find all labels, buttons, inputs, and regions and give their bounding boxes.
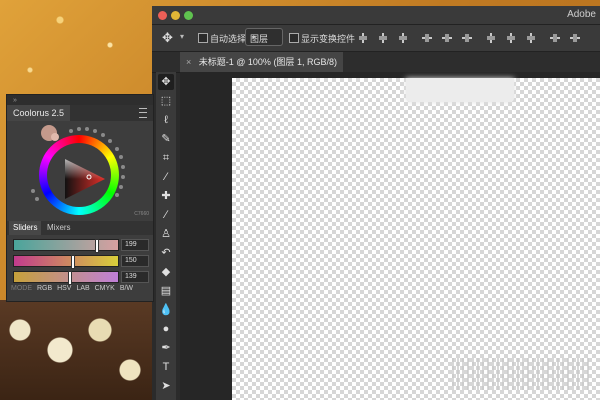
color-slider-3[interactable] <box>13 271 119 285</box>
auto-select-checkbox[interactable] <box>198 33 208 43</box>
history-brush-tool-icon[interactable]: ↶ <box>158 245 174 261</box>
tab-mixers[interactable]: Mixers <box>43 221 75 235</box>
slider-thumb[interactable] <box>68 271 73 285</box>
panel-menu-icon[interactable] <box>139 108 147 118</box>
chevron-down-icon[interactable]: ▾ <box>180 32 184 41</box>
coolorus-panel: » Coolorus 2.5 C7660 Sliders Mixers 199 … <box>6 94 154 302</box>
mode-selector: MODE RGB HSV LAB CMYK B/W <box>11 285 136 292</box>
mode-hsv[interactable]: HSV <box>57 285 71 292</box>
color-wheel-area: C7660 <box>7 121 153 221</box>
dodge-tool-icon[interactable]: ● <box>158 321 174 337</box>
distribute-center-icon[interactable] <box>506 33 516 43</box>
document-tab-bar: × 未标题-1 @ 100% (图层 1, RGB/8) <box>152 52 600 73</box>
options-bar: ✥ ▾ 自动选择: 图层 ⌄ 显示变换控件 <box>152 25 600 52</box>
eraser-tool-icon[interactable]: ◆ <box>158 264 174 280</box>
pen-tool-icon[interactable]: ✒ <box>158 340 174 356</box>
mode-rgb[interactable]: RGB <box>37 285 52 292</box>
watermark <box>452 358 592 390</box>
collapse-icon[interactable]: » <box>13 97 17 104</box>
tab-sliders[interactable]: Sliders <box>9 221 42 235</box>
distribute-left-icon[interactable] <box>550 33 560 43</box>
move-tool-icon[interactable]: ✥ <box>162 30 178 46</box>
align-horizontal-center-icon[interactable] <box>442 33 452 43</box>
lasso-tool-icon[interactable]: ℓ <box>158 112 174 128</box>
mode-cmyk[interactable]: CMYK <box>95 285 115 292</box>
document-tab-title: 未标题-1 @ 100% (图层 1, RGB/8) <box>198 57 337 67</box>
blurred-region <box>406 78 514 102</box>
distribute-top-icon[interactable] <box>486 33 496 43</box>
healing-brush-tool-icon[interactable]: ✚ <box>158 188 174 204</box>
close-tab-icon[interactable]: × <box>186 57 191 67</box>
align-left-icon[interactable] <box>422 33 432 43</box>
distribute-bottom-icon[interactable] <box>526 33 536 43</box>
title-bar: Adobe <box>152 6 600 25</box>
layer-select[interactable]: 图层 ⌄ <box>245 28 283 46</box>
brush-tool-icon[interactable]: ∕ <box>158 207 174 223</box>
clone-stamp-tool-icon[interactable]: ♙ <box>158 226 174 242</box>
align-vertical-center-icon[interactable] <box>378 33 388 43</box>
gradient-tool-icon[interactable]: ▤ <box>158 283 174 299</box>
marquee-tool-icon[interactable]: ⬚ <box>158 93 174 109</box>
minimize-window-button[interactable] <box>171 11 180 20</box>
app-title: Adobe <box>567 9 596 20</box>
panel-drag-bar[interactable]: » <box>7 95 153 105</box>
slider-thumb[interactable] <box>71 255 76 269</box>
color-slider-2[interactable] <box>13 255 119 269</box>
panel-subtabs: Sliders Mixers <box>7 221 153 235</box>
type-tool-icon[interactable]: T <box>158 359 174 375</box>
tools-panel: ✥ ⬚ ℓ ✎ ⌗ ⁄ ✚ ∕ ♙ ↶ ◆ ▤ 💧 ● ✒ T ➤ <box>156 72 176 400</box>
slider-value-3[interactable]: 139 <box>121 271 149 283</box>
photoshop-window: Adobe ✥ ▾ 自动选择: 图层 ⌄ 显示变换控件 × 未标题-1 @ 10… <box>152 6 600 400</box>
color-slider-1[interactable] <box>13 239 119 253</box>
zoom-window-button[interactable] <box>184 11 193 20</box>
align-right-icon[interactable] <box>462 33 472 43</box>
align-top-icon[interactable] <box>358 33 368 43</box>
mode-label: MODE <box>11 285 32 292</box>
corner-label: C7660 <box>134 211 149 217</box>
align-bottom-icon[interactable] <box>398 33 408 43</box>
slider-thumb[interactable] <box>95 239 100 253</box>
mode-bw[interactable]: B/W <box>120 285 133 292</box>
crop-tool-icon[interactable]: ⌗ <box>158 150 174 166</box>
quick-select-tool-icon[interactable]: ✎ <box>158 131 174 147</box>
move-tool-icon[interactable]: ✥ <box>158 74 174 90</box>
path-selection-tool-icon[interactable]: ➤ <box>158 378 174 394</box>
eyedropper-tool-icon[interactable]: ⁄ <box>158 169 174 185</box>
show-transform-checkbox[interactable] <box>289 33 299 43</box>
transparent-canvas[interactable] <box>232 78 600 400</box>
panel-tab-bar: Coolorus 2.5 <box>7 105 153 121</box>
close-window-button[interactable] <box>158 11 167 20</box>
mode-lab[interactable]: LAB <box>76 285 89 292</box>
color-triangle[interactable] <box>63 157 107 201</box>
auto-select-label: 自动选择: <box>210 34 249 44</box>
desktop-decoration <box>0 300 160 400</box>
blur-tool-icon[interactable]: 💧 <box>158 302 174 318</box>
slider-value-2[interactable]: 150 <box>121 255 149 267</box>
document-tab[interactable]: × 未标题-1 @ 100% (图层 1, RGB/8) <box>180 52 343 72</box>
distribute-right-icon[interactable] <box>570 33 580 43</box>
slider-value-1[interactable]: 199 <box>121 239 149 251</box>
show-transform-label: 显示变换控件 <box>301 34 356 44</box>
panel-title[interactable]: Coolorus 2.5 <box>7 105 71 121</box>
chevron-down-icon: ⌄ <box>250 31 257 40</box>
